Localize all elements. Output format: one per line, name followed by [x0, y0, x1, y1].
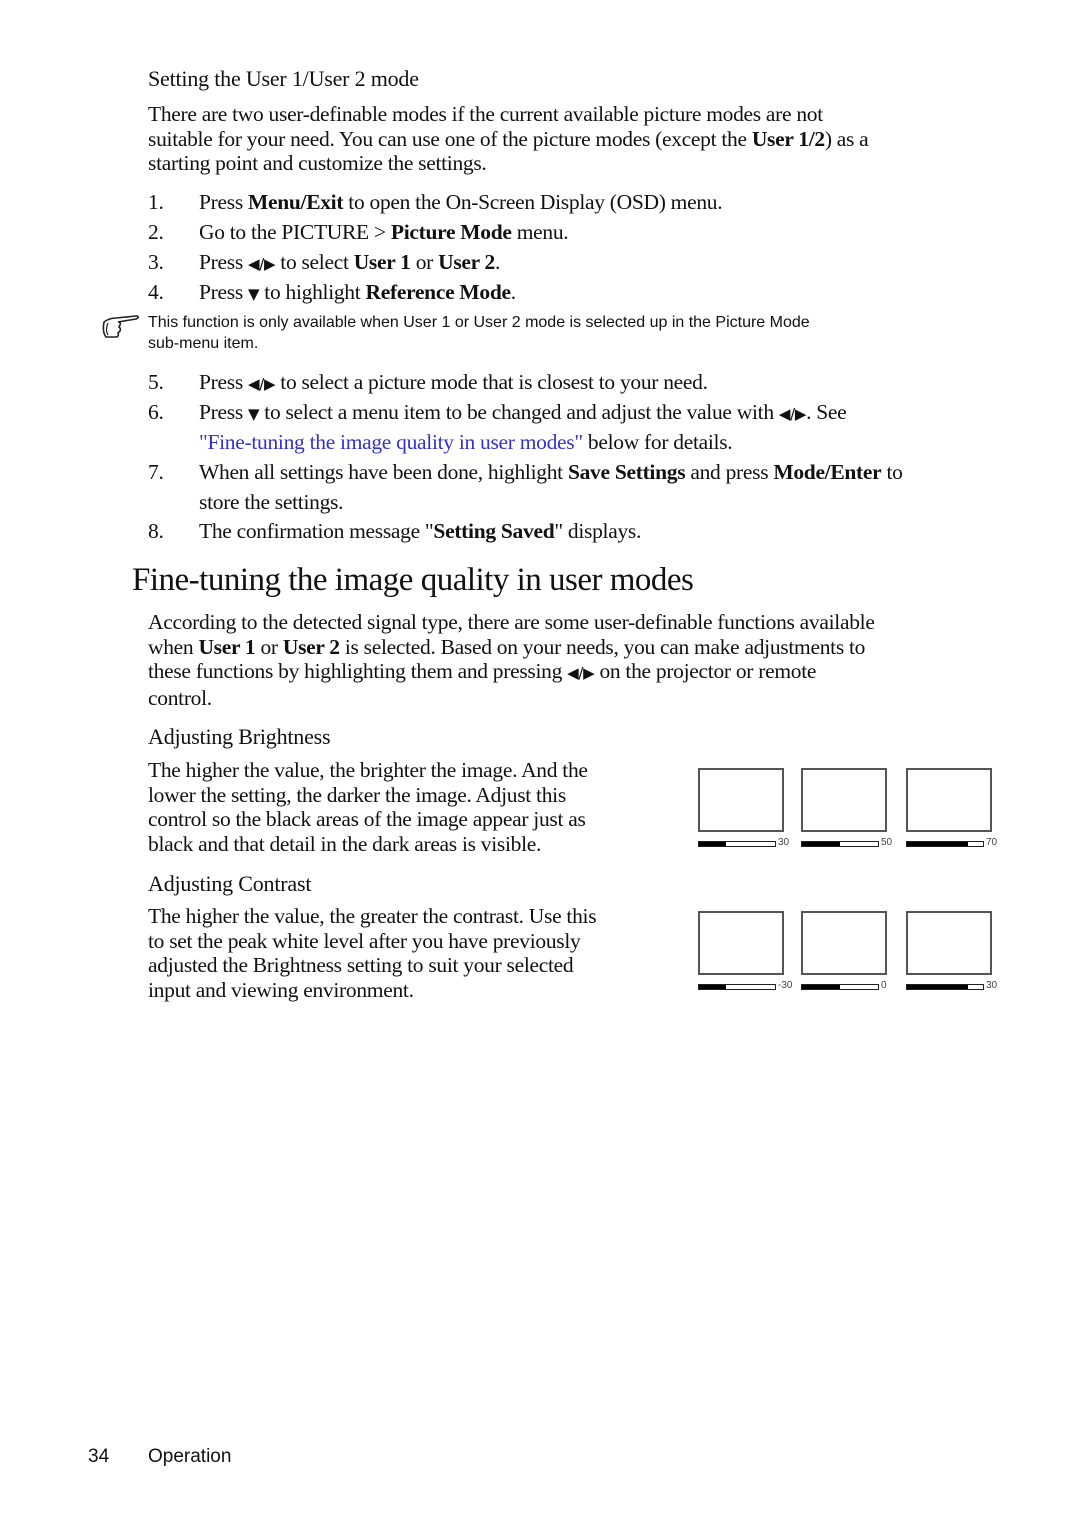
contrast-level-label: -30 [778, 980, 793, 991]
fine-tuning-intro: According to the detected signal type, t… [148, 610, 875, 710]
footer-section-name: Operation [148, 1446, 232, 1467]
brightness-level-fill [802, 842, 840, 846]
page-number: 34 [88, 1446, 110, 1467]
brightness-heading: Adjusting Brightness [148, 724, 331, 749]
section-heading-user-mode: Setting the User 1/User 2 mode [148, 66, 419, 91]
contrast-sample-frame [698, 911, 784, 975]
brightness-level-label: 70 [986, 837, 998, 848]
brightness-level-label: 30 [778, 837, 790, 848]
step-continuation: store the settings. [199, 490, 344, 514]
intro-line: There are two user-definable modes if th… [148, 102, 823, 126]
step-continuation: "Fine-tuning the image quality in user m… [199, 430, 733, 454]
left-right-arrow-icon: ◀/▶ [778, 405, 807, 423]
contrast-level-label: 0 [881, 980, 887, 991]
intro-line: suitable for your need. You can use one … [148, 126, 869, 151]
brightness-sample-frame [698, 768, 784, 832]
brightness-sample-frame [906, 768, 992, 832]
contrast-level-fill [802, 985, 840, 989]
left-right-arrow-icon: ◀/▶ [247, 255, 276, 273]
down-arrow-icon: ▼ [247, 285, 260, 303]
left-right-arrow-icon: ◀/▶ [247, 375, 276, 393]
contrast-level-bar [906, 984, 984, 990]
user-mode-intro: There are two user-definable modes if th… [148, 102, 869, 176]
contrast-level-fill [907, 985, 968, 989]
brightness-level-fill [699, 842, 726, 846]
contrast-heading: Adjusting Contrast [148, 871, 312, 896]
brightness-level-bar [801, 841, 879, 847]
contrast-level-bar [698, 984, 776, 990]
contrast-description: The higher the value, the greater the co… [148, 904, 597, 1002]
contrast-sample-frame [906, 911, 992, 975]
contrast-sample-frame [801, 911, 887, 975]
contrast-level-bar [801, 984, 879, 990]
section-title-fine-tuning: Fine-tuning the image quality in user mo… [132, 562, 694, 598]
intro-line: starting point and customize the setting… [148, 151, 487, 175]
brightness-level-bar [906, 841, 984, 847]
down-arrow-icon: ▼ [247, 405, 260, 423]
fine-tuning-link[interactable]: "Fine-tuning the image quality in user m… [199, 430, 583, 454]
brightness-sample-frame [801, 768, 887, 832]
left-right-arrow-icon: ◀/▶ [567, 664, 595, 682]
brightness-description: The higher the value, the brighter the i… [148, 758, 588, 856]
pointing-hand-icon [100, 313, 144, 341]
note-text: This function is only available when Use… [148, 314, 810, 352]
contrast-level-fill [699, 985, 726, 989]
brightness-level-fill [907, 842, 968, 846]
contrast-level-label: 30 [986, 980, 998, 991]
brightness-level-bar [698, 841, 776, 847]
brightness-level-label: 50 [881, 837, 893, 848]
